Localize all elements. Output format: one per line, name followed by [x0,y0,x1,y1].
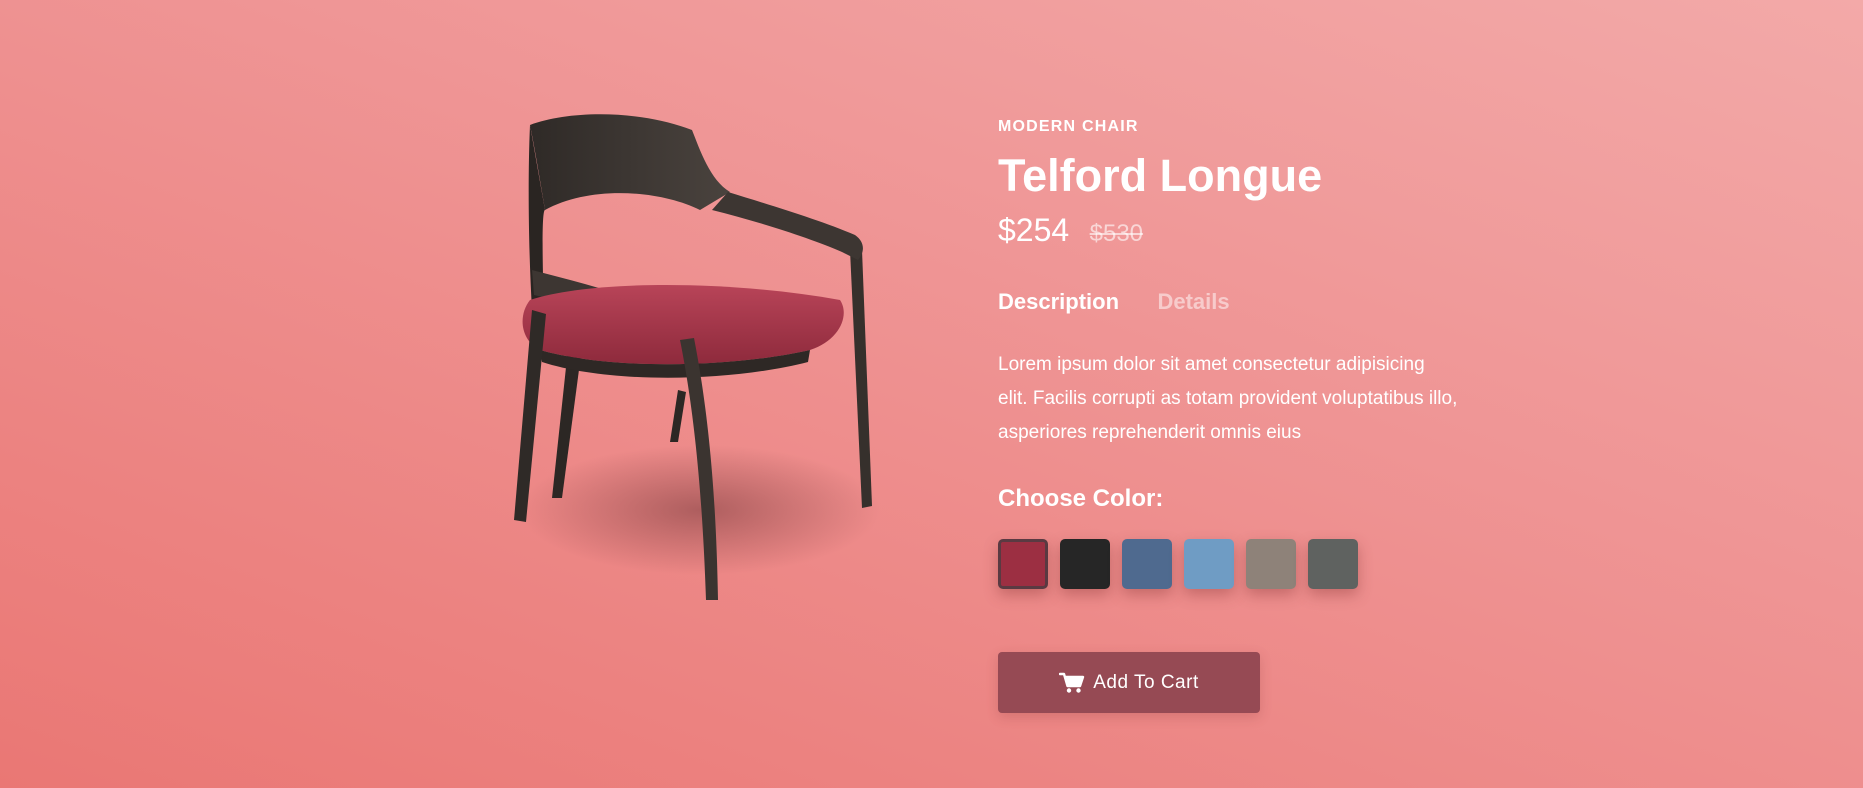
add-to-cart-label: Add To Cart [1093,671,1199,693]
product-category: MODERN CHAIR [998,118,1139,135]
product-description: Lorem ipsum dolor sit amet consectetur a… [998,354,1458,443]
current-price: $254 [998,212,1070,248]
cart-icon [1059,672,1085,694]
color-swatch-taupe[interactable] [1246,539,1296,589]
color-swatch-light-blue[interactable] [1184,539,1234,589]
color-swatch-navy[interactable] [1122,539,1172,589]
product-title: Telford Longue [998,150,1323,201]
add-to-cart-button[interactable]: Add To Cart [998,652,1260,713]
color-swatch-red[interactable] [998,539,1048,589]
choose-color-label: Choose Color: [998,485,1164,512]
color-swatch-black[interactable] [1060,539,1110,589]
tab-description[interactable]: Description [998,289,1119,315]
tab-details[interactable]: Details [1157,289,1229,315]
product-image [470,100,920,640]
old-price: $530 [1089,220,1144,247]
product-tabs: Description Details [998,289,1264,315]
color-swatch-gray[interactable] [1308,539,1358,589]
color-swatches [998,539,1358,589]
price-block: $254 $530 [998,212,1143,249]
